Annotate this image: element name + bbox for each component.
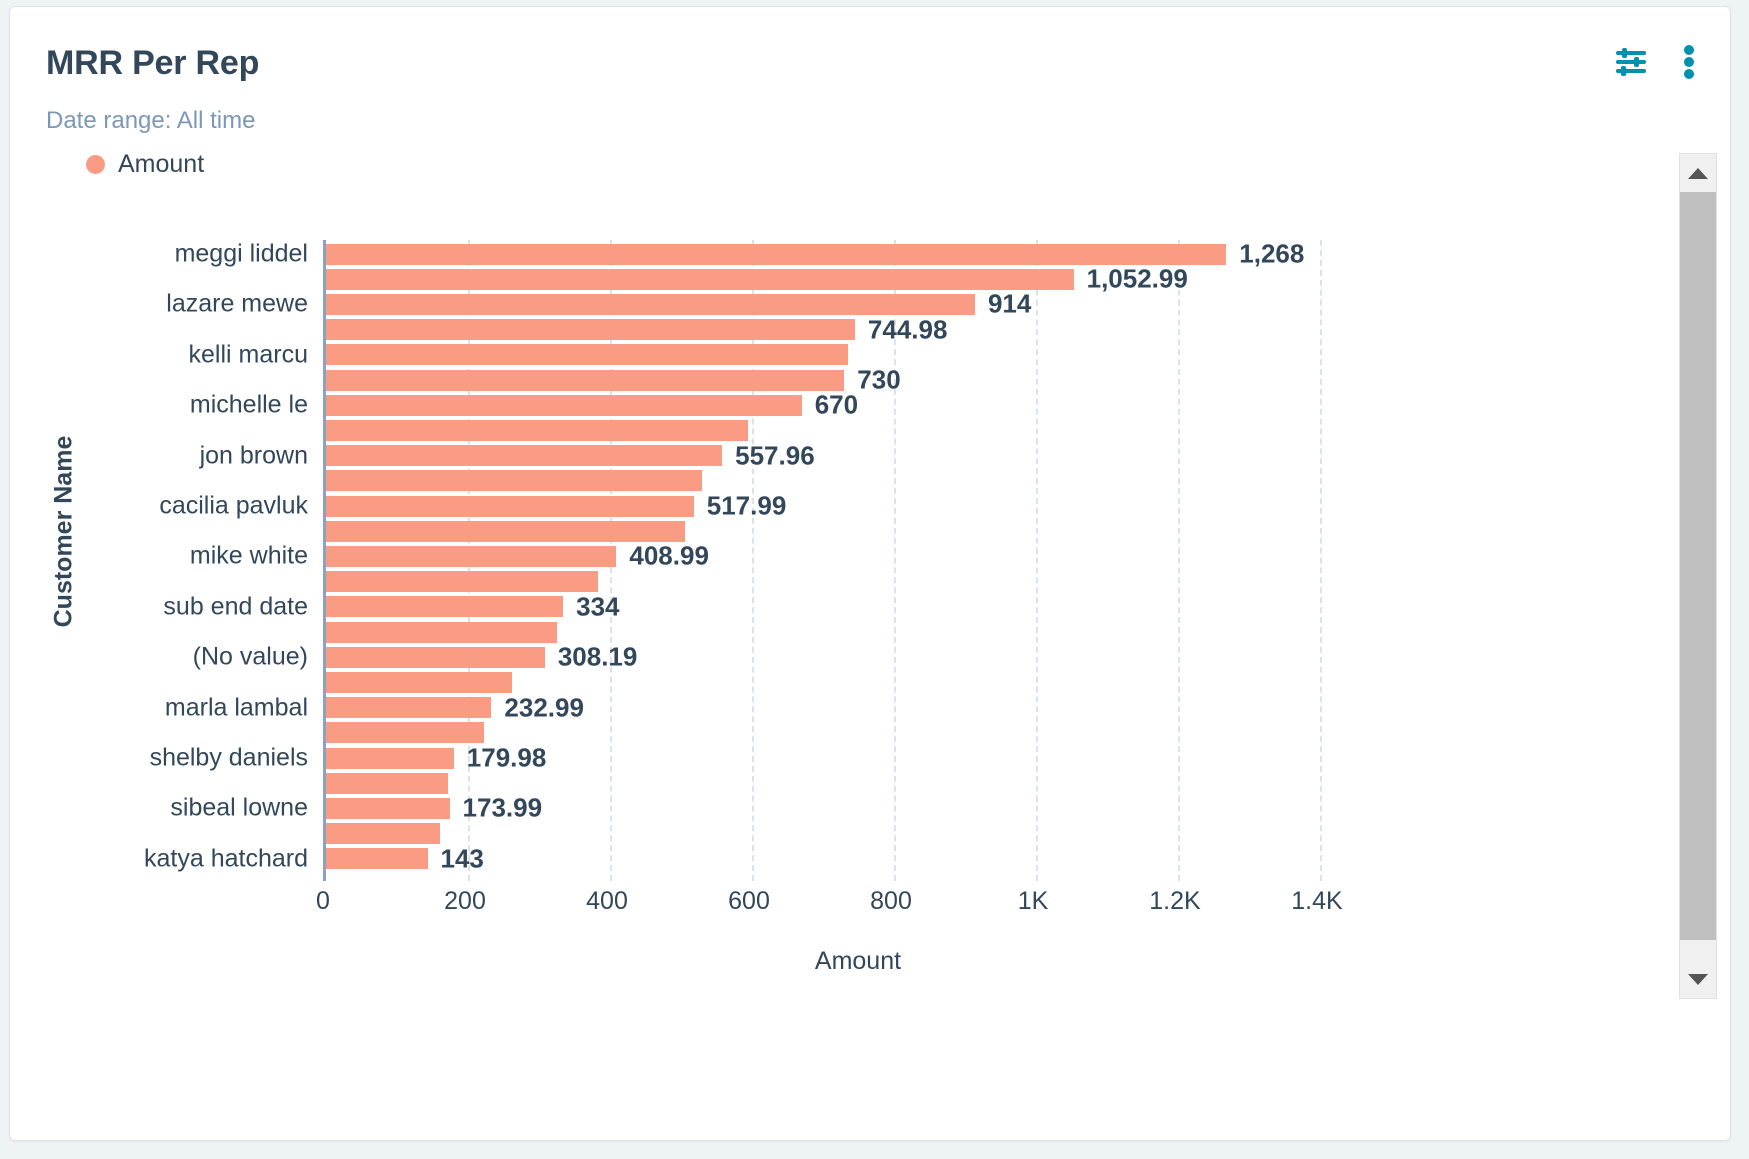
scroll-down-button[interactable] (1680, 960, 1716, 998)
bar[interactable] (326, 319, 855, 340)
bar[interactable] (326, 773, 448, 794)
x-axis-tick-label: 800 (870, 887, 912, 916)
bar-value-label: 408.99 (629, 541, 709, 572)
bars-container: 1,268 1,052.99 914 744.98 730670557.96 517.99… (323, 240, 1388, 881)
bar[interactable] (326, 344, 848, 365)
y-axis-tick-label: michelle le (190, 391, 308, 420)
bar-value-label: 914 (988, 289, 1031, 320)
gridline (1036, 240, 1038, 881)
bar[interactable] (326, 244, 1226, 265)
bar[interactable] (326, 420, 748, 441)
x-axis-tick-label: 400 (586, 887, 628, 916)
x-axis-tick-label: 1K (1018, 887, 1049, 916)
y-axis-tick-label: katya hatchard (144, 844, 308, 873)
bar-value-label: 730 (857, 365, 900, 396)
scrollbar-thumb[interactable] (1680, 192, 1716, 940)
screen: MRR Per Rep Date range: All time Amount (0, 0, 1749, 1159)
y-axis-tick-label: lazare mewe (166, 290, 308, 319)
legend-item-label: Amount (118, 150, 204, 179)
filter-settings-button[interactable] (1616, 47, 1650, 77)
y-axis-tick-label: (No value) (193, 643, 308, 672)
bar-value-label: 334 (576, 591, 619, 622)
x-axis-tick-label: 1.4K (1291, 887, 1342, 916)
bar[interactable] (326, 546, 616, 567)
bar-value-label: 173.99 (463, 793, 543, 824)
bar[interactable] (326, 697, 491, 718)
bar[interactable] (326, 395, 802, 416)
date-range-subtitle: Date range: All time (46, 107, 255, 135)
bar[interactable] (326, 848, 428, 869)
y-axis-tick-label: meggi liddel (175, 240, 308, 269)
bar[interactable] (326, 672, 512, 693)
more-options-button[interactable] (1684, 45, 1694, 79)
y-axis-tick-label: sub end date (163, 592, 308, 621)
bar-value-label: 744.98 (868, 314, 948, 345)
bar-value-label: 1,268 (1239, 239, 1304, 270)
bar[interactable] (326, 571, 598, 592)
y-axis-tick-label: shelby daniels (150, 744, 308, 773)
y-axis-title: Customer Name (50, 432, 79, 632)
chart-vertical-scrollbar[interactable] (1679, 153, 1717, 999)
bar[interactable] (326, 470, 702, 491)
legend-swatch-icon (86, 155, 105, 174)
y-axis-tick-label: kelli marcu (189, 340, 308, 369)
x-axis-tick-label: 200 (444, 887, 486, 916)
scroll-up-button[interactable] (1680, 154, 1716, 192)
y-axis-tick-label: mike white (190, 542, 308, 571)
chart-legend: Amount (86, 150, 204, 179)
gridline (1320, 240, 1322, 881)
filter-settings-icon (1616, 47, 1650, 77)
bar[interactable] (326, 823, 440, 844)
y-axis-tick-label: jon brown (200, 441, 308, 470)
x-axis-tick-label: 1.2K (1149, 887, 1200, 916)
bar-value-label: 557.96 (735, 440, 815, 471)
bar-value-label: 1,052.99 (1087, 264, 1188, 295)
bar-value-label: 308.19 (558, 642, 638, 673)
bar[interactable] (326, 748, 454, 769)
bar[interactable] (326, 647, 545, 668)
bar[interactable] (326, 596, 563, 617)
bar[interactable] (326, 445, 722, 466)
chevron-down-icon (1688, 974, 1708, 985)
more-options-icon (1684, 45, 1694, 79)
bar[interactable] (326, 722, 484, 743)
bar-value-label: 517.99 (707, 491, 787, 522)
x-axis-tick-label: 600 (728, 887, 770, 916)
page-right-edge (1732, 0, 1749, 1159)
card-header-actions (1616, 45, 1694, 79)
bar-value-label: 143 (441, 843, 484, 874)
bar-value-label: 232.99 (504, 692, 584, 723)
y-axis-tick-label: marla lambal (165, 693, 308, 722)
bar[interactable] (326, 798, 450, 819)
page-title: MRR Per Rep (46, 44, 259, 83)
chart-card: MRR Per Rep Date range: All time Amount (9, 6, 1731, 1141)
bar[interactable] (326, 370, 844, 391)
x-axis-tick-label: 0 (316, 887, 330, 916)
bar[interactable] (326, 269, 1074, 290)
chart-plot-area: Customer Name Amount 1,268 1,052.99 914 744… (10, 187, 1731, 1087)
bar[interactable] (326, 496, 694, 517)
bar[interactable] (326, 622, 557, 643)
bar[interactable] (326, 294, 975, 315)
y-axis-tick-label: cacilia pavluk (159, 492, 308, 521)
gridline (1178, 240, 1180, 881)
bar-value-label: 179.98 (467, 743, 547, 774)
bar[interactable] (326, 521, 685, 542)
chevron-up-icon (1688, 168, 1708, 179)
x-axis-title: Amount (323, 947, 1393, 976)
scrollbar-track[interactable] (1680, 940, 1716, 960)
bar-value-label: 670 (815, 390, 858, 421)
y-axis-tick-label: sibeal lowne (170, 794, 308, 823)
